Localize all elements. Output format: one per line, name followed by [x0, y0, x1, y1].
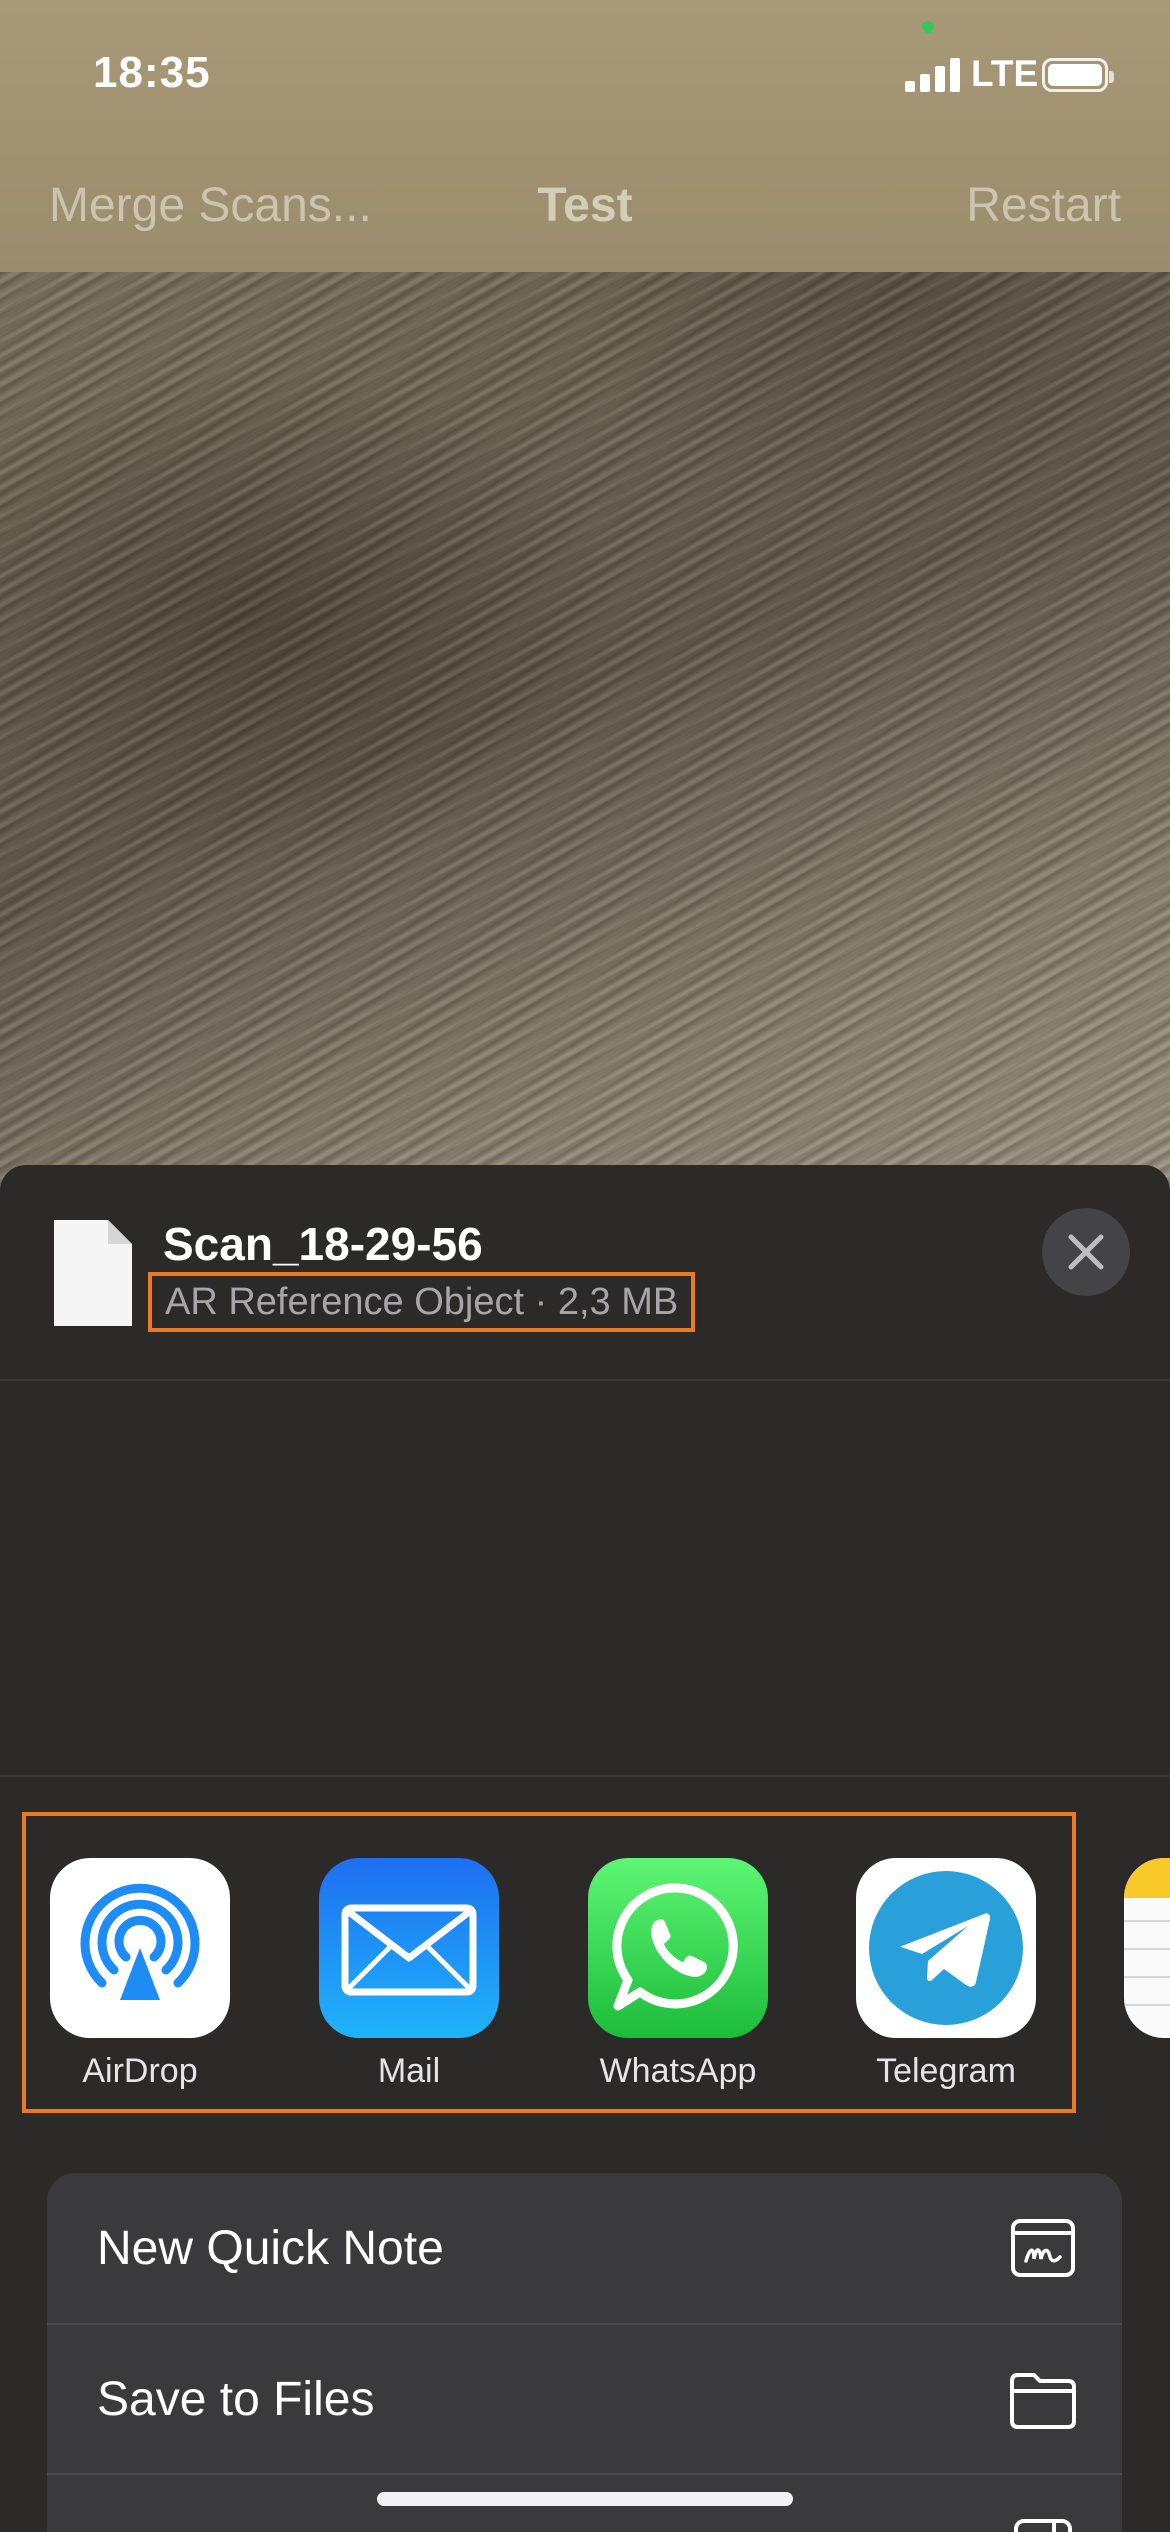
restart-button[interactable]: Restart	[966, 178, 1121, 233]
header-divider	[0, 1379, 1170, 1381]
share-app-mail[interactable]: Mail	[319, 1858, 499, 2091]
file-name: Scan_18-29-56	[163, 1218, 483, 1270]
action-save-to-files[interactable]: Save to Files	[47, 2323, 1122, 2473]
battery-icon	[1042, 58, 1114, 92]
file-meta-highlight: AR Reference Object · 2,3 MB	[148, 1272, 696, 1332]
home-indicator	[377, 2492, 793, 2506]
status-time: 18:35	[93, 48, 211, 97]
apps-divider	[0, 1775, 1170, 1777]
actions-group: New Quick Note Save to Files	[47, 2173, 1122, 2532]
close-button[interactable]	[1042, 1208, 1130, 1296]
folder-icon	[1008, 2365, 1078, 2435]
action-label: New Quick Note	[97, 2221, 444, 2275]
share-app-airdrop[interactable]: AirDrop	[50, 1858, 230, 2091]
action-new-quick-note[interactable]: New Quick Note	[47, 2173, 1122, 2323]
top-bar: 18:35 LTE Merge Scans... Test Restart	[0, 0, 1170, 272]
notes-app-icon-partial[interactable]	[1124, 1858, 1170, 2038]
app-label: AirDrop	[82, 2052, 198, 2090]
share-app-telegram[interactable]: Telegram	[856, 1858, 1036, 2091]
document-icon	[52, 1218, 134, 1328]
mail-icon	[319, 1858, 499, 2038]
quick-note-icon	[1008, 2213, 1078, 2283]
network-type: LTE	[971, 53, 1039, 94]
airdrop-icon	[50, 1858, 230, 2038]
share-app-whatsapp[interactable]: WhatsApp	[588, 1858, 768, 2091]
action-icon-partial	[1008, 2515, 1078, 2532]
action-label: Save to Files	[97, 2372, 375, 2426]
telegram-icon	[856, 1858, 1036, 2038]
share-sheet: Scan_18-29-56 AR Reference Object · 2,3 …	[0, 1165, 1170, 2532]
xmark-icon	[1068, 1234, 1104, 1270]
app-label: Mail	[377, 2052, 441, 2090]
cellular-signal-icon	[905, 58, 961, 92]
app-label: Telegram	[876, 2052, 1016, 2090]
test-button[interactable]: Test	[537, 179, 632, 232]
app-label: WhatsApp	[599, 2052, 757, 2090]
camera-in-use-indicator	[922, 21, 934, 33]
whatsapp-icon	[588, 1858, 768, 2038]
merge-scans-button[interactable]: Merge Scans...	[49, 178, 372, 233]
file-meta: AR Reference Object · 2,3 MB	[165, 1280, 679, 1323]
